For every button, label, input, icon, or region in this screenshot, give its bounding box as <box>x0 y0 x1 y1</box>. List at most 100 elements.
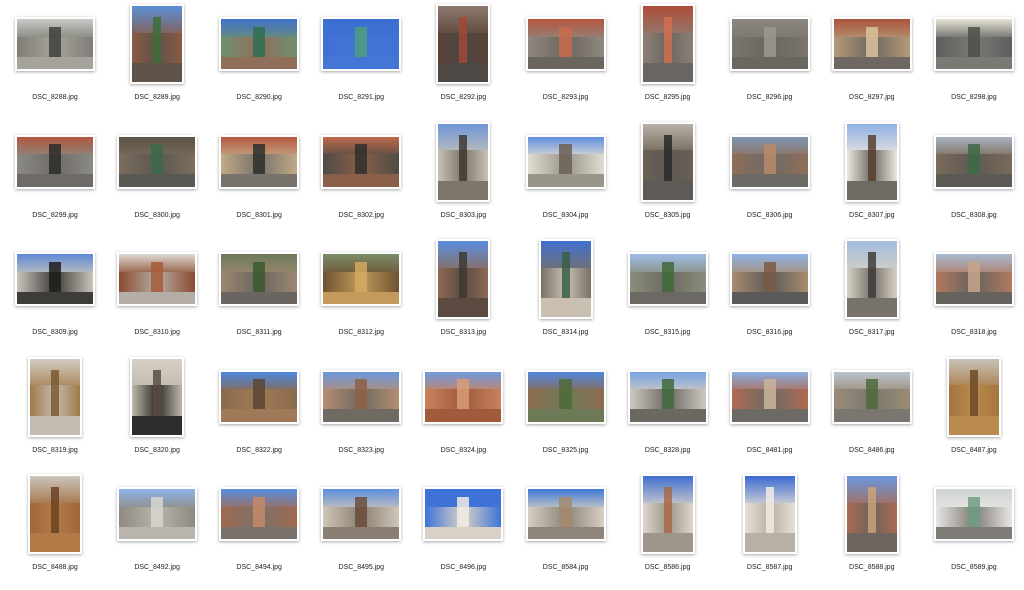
file-item[interactable]: DSC_8298.jpg <box>923 2 1024 120</box>
image-thumbnail[interactable] <box>933 17 1014 71</box>
image-thumbnail[interactable] <box>538 239 593 319</box>
image-thumbnail[interactable] <box>627 369 708 424</box>
file-item[interactable]: DSC_8316.jpg <box>719 237 821 355</box>
image-thumbnail[interactable] <box>729 369 810 424</box>
file-item[interactable]: DSC_8589.jpg <box>923 472 1024 590</box>
file-item[interactable]: DSC_8315.jpg <box>617 237 719 355</box>
image-thumbnail[interactable] <box>729 134 810 189</box>
image-thumbnail[interactable] <box>831 369 912 424</box>
file-item[interactable]: DSC_8324.jpg <box>412 355 514 473</box>
image-thumbnail[interactable] <box>219 134 300 189</box>
image-thumbnail[interactable] <box>130 4 185 84</box>
file-item[interactable]: DSC_8296.jpg <box>719 2 821 120</box>
image-thumbnail[interactable] <box>423 487 504 541</box>
image-thumbnail[interactable] <box>219 252 300 306</box>
image-thumbnail[interactable] <box>321 369 402 424</box>
file-item[interactable]: DSC_8312.jpg <box>310 237 412 355</box>
image-thumbnail[interactable] <box>219 369 300 424</box>
image-thumbnail[interactable] <box>640 121 695 202</box>
image-thumbnail[interactable] <box>117 134 198 189</box>
image-thumbnail[interactable] <box>946 356 1001 437</box>
image-thumbnail[interactable] <box>321 134 402 189</box>
file-item[interactable]: DSC_8314.jpg <box>515 237 617 355</box>
file-item[interactable]: DSC_8317.jpg <box>821 237 923 355</box>
file-item[interactable]: DSC_8305.jpg <box>617 120 719 238</box>
image-thumbnail[interactable] <box>130 356 185 437</box>
file-item[interactable]: DSC_8299.jpg <box>4 120 106 238</box>
image-thumbnail[interactable] <box>28 356 82 437</box>
image-thumbnail[interactable] <box>844 121 899 202</box>
image-thumbnail[interactable] <box>640 4 695 84</box>
image-thumbnail[interactable] <box>525 134 606 189</box>
image-thumbnail[interactable] <box>525 369 606 424</box>
file-item[interactable]: DSC_8301.jpg <box>208 120 310 238</box>
image-thumbnail[interactable] <box>15 17 95 71</box>
image-thumbnail[interactable] <box>627 252 708 306</box>
file-item[interactable]: DSC_8307.jpg <box>821 120 923 238</box>
file-item[interactable]: DSC_8319.jpg <box>4 355 106 473</box>
file-item[interactable]: DSC_8486.jpg <box>821 355 923 473</box>
image-thumbnail[interactable] <box>844 239 899 319</box>
image-thumbnail[interactable] <box>525 487 606 541</box>
image-thumbnail[interactable] <box>436 239 491 319</box>
file-item[interactable]: DSC_8325.jpg <box>515 355 617 473</box>
image-thumbnail[interactable] <box>525 17 606 71</box>
file-item[interactable]: DSC_8587.jpg <box>719 472 821 590</box>
image-thumbnail[interactable] <box>436 121 491 202</box>
file-item[interactable]: DSC_8310.jpg <box>106 237 208 355</box>
file-item[interactable]: DSC_8289.jpg <box>106 2 208 120</box>
image-thumbnail[interactable] <box>423 369 504 424</box>
file-item[interactable]: DSC_8304.jpg <box>515 120 617 238</box>
file-item[interactable]: DSC_8291.jpg <box>310 2 412 120</box>
image-thumbnail[interactable] <box>219 487 300 541</box>
image-thumbnail[interactable] <box>742 474 797 554</box>
file-item[interactable]: DSC_8302.jpg <box>310 120 412 238</box>
image-thumbnail[interactable] <box>219 17 300 71</box>
image-thumbnail[interactable] <box>117 252 198 306</box>
file-item[interactable]: DSC_8293.jpg <box>515 2 617 120</box>
image-thumbnail[interactable] <box>640 474 695 554</box>
file-item[interactable]: DSC_8300.jpg <box>106 120 208 238</box>
file-item[interactable]: DSC_8313.jpg <box>412 237 514 355</box>
file-item[interactable]: DSC_8309.jpg <box>4 237 106 355</box>
image-thumbnail[interactable] <box>117 487 198 541</box>
image-thumbnail[interactable] <box>933 134 1014 189</box>
image-thumbnail[interactable] <box>844 474 899 554</box>
file-item[interactable]: DSC_8295.jpg <box>617 2 719 120</box>
image-thumbnail[interactable] <box>15 134 95 189</box>
file-item[interactable]: DSC_8496.jpg <box>412 472 514 590</box>
file-item[interactable]: DSC_8320.jpg <box>106 355 208 473</box>
file-item[interactable]: DSC_8328.jpg <box>617 355 719 473</box>
image-thumbnail[interactable] <box>436 4 491 84</box>
file-item[interactable]: DSC_8297.jpg <box>821 2 923 120</box>
file-item[interactable]: DSC_8288.jpg <box>4 2 106 120</box>
image-thumbnail[interactable] <box>15 252 95 306</box>
file-item[interactable]: DSC_8323.jpg <box>310 355 412 473</box>
image-thumbnail[interactable] <box>321 487 402 541</box>
file-item[interactable]: DSC_8311.jpg <box>208 237 310 355</box>
image-thumbnail[interactable] <box>831 17 912 71</box>
file-item[interactable]: DSC_8290.jpg <box>208 2 310 120</box>
file-item[interactable]: DSC_8586.jpg <box>617 472 719 590</box>
file-item[interactable]: DSC_8481.jpg <box>719 355 821 473</box>
file-item[interactable]: DSC_8306.jpg <box>719 120 821 238</box>
file-item[interactable]: DSC_8494.jpg <box>208 472 310 590</box>
file-item[interactable]: DSC_8318.jpg <box>923 237 1024 355</box>
file-item[interactable]: DSC_8495.jpg <box>310 472 412 590</box>
file-item[interactable]: DSC_8308.jpg <box>923 120 1024 238</box>
image-thumbnail[interactable] <box>933 252 1014 306</box>
image-thumbnail[interactable] <box>729 252 810 306</box>
image-thumbnail[interactable] <box>933 487 1014 541</box>
image-thumbnail[interactable] <box>321 252 402 306</box>
file-item[interactable]: DSC_8492.jpg <box>106 472 208 590</box>
file-item[interactable]: DSC_8322.jpg <box>208 355 310 473</box>
image-thumbnail[interactable] <box>321 17 402 71</box>
file-item[interactable]: DSC_8292.jpg <box>412 2 514 120</box>
file-item[interactable]: DSC_8588.jpg <box>821 472 923 590</box>
image-thumbnail[interactable] <box>729 17 810 71</box>
file-item[interactable]: DSC_8303.jpg <box>412 120 514 238</box>
file-item[interactable]: DSC_8487.jpg <box>923 355 1024 473</box>
image-thumbnail[interactable] <box>28 474 82 554</box>
file-item[interactable]: DSC_8584.jpg <box>515 472 617 590</box>
file-item[interactable]: DSC_8488.jpg <box>4 472 106 590</box>
